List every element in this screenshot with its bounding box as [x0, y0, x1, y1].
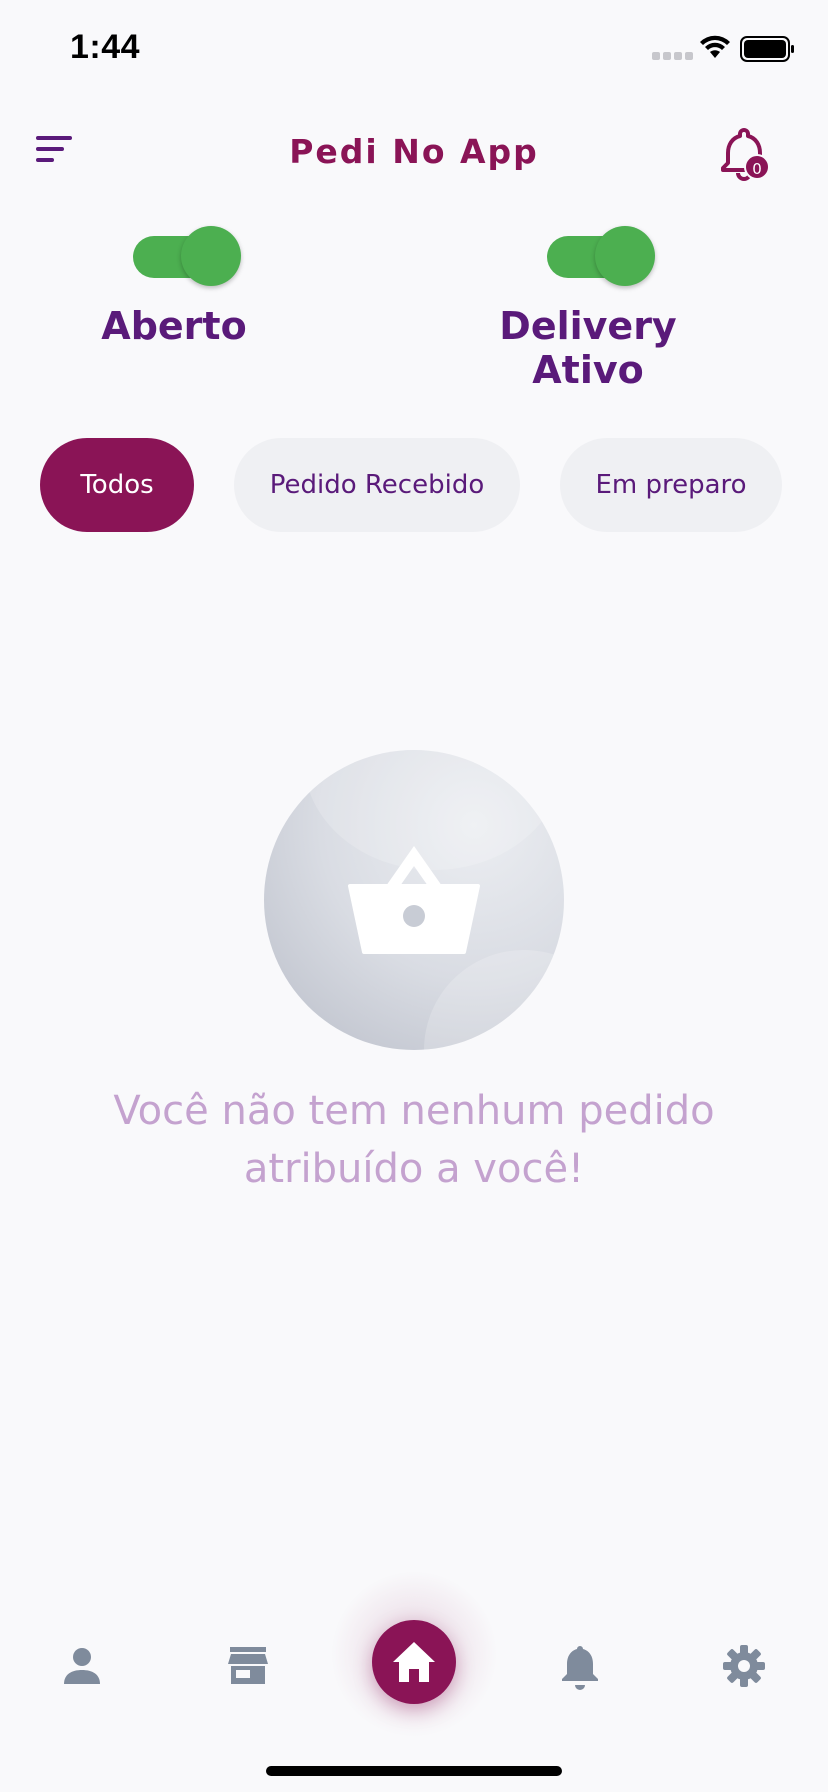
battery-icon — [740, 36, 794, 62]
delivery-toggle-block: Delivery Ativo — [438, 222, 738, 392]
person-icon[interactable] — [58, 1642, 106, 1690]
bell-icon[interactable] — [556, 1642, 604, 1690]
delivery-toggle-label: Delivery Ativo — [499, 304, 677, 392]
store-icon[interactable] — [224, 1642, 272, 1690]
status-bar: 1:44 — [0, 0, 828, 100]
chip-em-preparo[interactable]: Em preparo — [560, 438, 782, 532]
empty-orders-illustration — [264, 750, 564, 1050]
app-header: Pedi No App 0 — [0, 110, 828, 200]
delivery-toggle[interactable] — [533, 222, 655, 286]
open-toggle-block: Aberto — [24, 222, 324, 348]
empty-state-message: Você não tem nenhum pedido atribuído a v… — [64, 1082, 764, 1198]
basket-icon — [348, 846, 480, 954]
chip-todos[interactable]: Todos — [40, 438, 194, 532]
home-indicator — [266, 1766, 562, 1776]
cellular-signal-icon — [652, 52, 693, 60]
home-icon — [393, 1642, 435, 1682]
bottom-nav — [0, 1570, 828, 1740]
open-toggle[interactable] — [119, 222, 241, 286]
wifi-icon — [700, 35, 730, 58]
app-title: Pedi No App — [289, 132, 539, 171]
empty-state-line-2: atribuído a você! — [243, 1146, 585, 1192]
open-toggle-label: Aberto — [101, 304, 247, 348]
home-button[interactable] — [372, 1620, 456, 1704]
filter-chips: Todos Pedido Recebido Em preparo — [40, 438, 828, 532]
status-time: 1:44 — [70, 28, 141, 66]
chip-pedido-recebido[interactable]: Pedido Recebido — [234, 438, 520, 532]
empty-state-line-1: Você não tem nenhum pedido — [113, 1088, 715, 1134]
gear-icon[interactable] — [720, 1642, 768, 1690]
notification-badge: 0 — [744, 154, 770, 180]
